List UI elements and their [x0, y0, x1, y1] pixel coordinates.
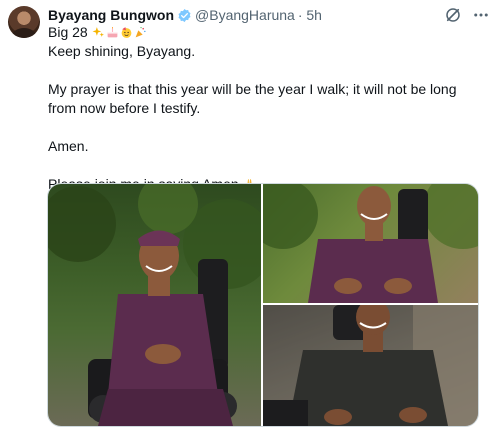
- media-grid: [47, 183, 479, 427]
- header-actions: [444, 6, 490, 24]
- party-face-emoji-icon: [120, 25, 133, 38]
- tweet-line: Keep shining, Byayang.: [48, 43, 196, 59]
- tweet-text: Big 28 Keep shining, Byayang. My prayer …: [48, 23, 488, 194]
- more-icon[interactable]: [472, 6, 490, 24]
- tweet-line: My prayer is that this year will be the …: [48, 81, 457, 116]
- party-popper-emoji-icon: [134, 25, 147, 38]
- tweet-header: Byayang Bungwon @ByangHaruna · 5h: [48, 6, 322, 24]
- sparkles-emoji-icon: [92, 25, 105, 38]
- photo-2[interactable]: [263, 184, 478, 303]
- birthday-cake-emoji-icon: [106, 25, 119, 38]
- avatar[interactable]: [8, 6, 40, 38]
- tweet-line: Big 28: [48, 23, 488, 42]
- author-name[interactable]: Byayang Bungwon: [48, 7, 174, 23]
- post-time[interactable]: · 5h: [298, 7, 322, 23]
- photo-3[interactable]: [263, 305, 478, 426]
- grok-icon[interactable]: [444, 6, 462, 24]
- author-handle[interactable]: @ByangHaruna: [195, 7, 295, 23]
- tweet-line: Amen.: [48, 138, 89, 154]
- photo-1[interactable]: [48, 184, 261, 426]
- tweet: Byayang Bungwon @ByangHaruna · 5h Big 28…: [0, 0, 500, 427]
- verified-badge-icon[interactable]: [177, 8, 192, 23]
- tweet-line-text: Big 28: [48, 24, 88, 40]
